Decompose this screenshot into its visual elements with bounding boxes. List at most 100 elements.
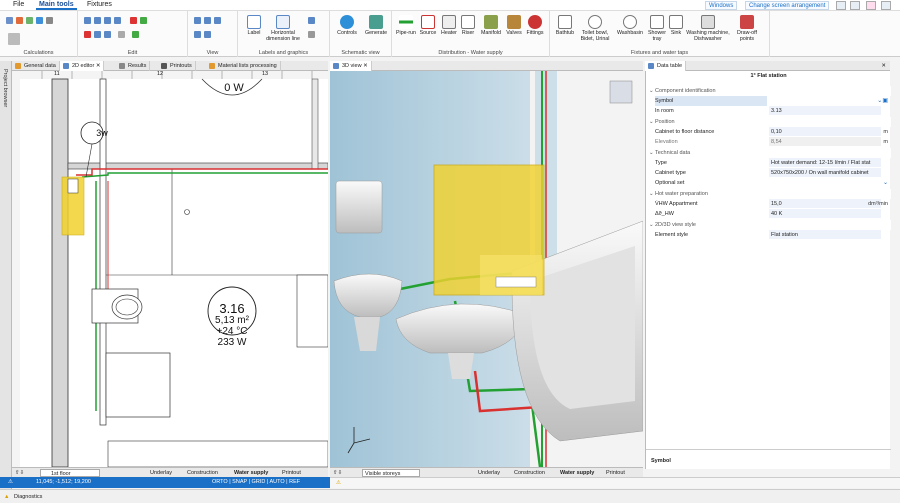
underlay-3d-toggle[interactable]: Underlay [478,469,500,477]
tab-printouts[interactable]: Printouts [158,61,196,71]
row-in-room[interactable]: In room 3.13 [646,106,891,116]
zoom-all-icon[interactable] [214,17,221,24]
pan-icon[interactable] [194,31,201,38]
water-supply-toggle[interactable]: Water supply [234,469,268,477]
project-browser-strip[interactable]: Project browser [0,61,12,489]
water-supply-3d-toggle[interactable]: Water supply [560,469,594,477]
delta-t-value[interactable]: 40 K [769,209,881,218]
help-icon[interactable] [866,1,876,10]
in-room-value[interactable]: 3.13 [769,106,881,115]
menu-fixtures[interactable]: Fixtures [84,1,115,8]
undo-icon[interactable] [130,17,137,24]
zoom-in-icon[interactable] [194,17,201,24]
rotate-icon[interactable] [114,17,121,24]
menu-file[interactable]: File [10,1,27,8]
row-cabinet-distance[interactable]: Cabinet to floor distance 0,10 m [646,127,891,137]
calc-icon[interactable] [6,17,13,24]
snap-modes[interactable]: ORTO | SNAP | GRID | AUTO | REF [212,478,300,486]
close-icon[interactable]: ✕ [881,62,886,70]
windows-button[interactable]: Windows [705,1,738,10]
draw-off-button[interactable]: Draw-off points [732,15,762,42]
row-delta-t[interactable]: Δϑ_HW 40 K [646,209,891,219]
section-position[interactable]: ⌄ Position [646,117,891,127]
tab-2d-editor[interactable]: 2D editor ✕ [60,61,105,71]
element-style-value[interactable]: Flat station [769,230,881,239]
storey-up-icon[interactable]: ⇧⇩ [15,469,24,477]
printout-toggle[interactable]: Printout [282,469,301,477]
printout-3d-toggle[interactable]: Printout [606,469,625,477]
layout-icon[interactable] [836,1,846,10]
mirror-icon[interactable] [94,31,101,38]
graphics-icon[interactable] [308,31,315,38]
row-optional-set[interactable]: Optional set ⌄ [646,178,891,188]
vhw-value[interactable]: 15,0 [769,199,881,208]
symbol-dropdown-icon[interactable]: ⌄▣ [877,96,888,106]
visible-storeys-select[interactable]: Visible storeys [362,469,420,477]
array-icon[interactable] [104,31,111,38]
section-technical-data[interactable]: ⌄ Technical data [646,148,891,158]
text-icon[interactable] [308,17,315,24]
underlay-toggle[interactable]: Underlay [150,469,172,477]
filter-icon[interactable] [132,31,139,38]
storey-arrows-icon[interactable]: ⇧⇩ [333,469,342,477]
row-element-style[interactable]: Element style Flat station [646,230,891,240]
copy-icon[interactable] [84,17,91,24]
optional-set-dropdown-icon[interactable]: ⌄ [883,178,888,188]
warning-3d-icon[interactable]: ⚠ [336,479,341,487]
zoom-out-icon[interactable] [204,17,211,24]
bathtub-button[interactable]: Bathtub [552,15,578,36]
construction-toggle[interactable]: Construction [187,469,218,477]
tab-3d-view[interactable]: 3D view ✕ [330,61,372,71]
source-button[interactable]: Source [418,15,438,36]
horizontal-dimension-button[interactable]: Horizontal dimension line [264,15,302,42]
toilet-button[interactable]: Toilet bowl, Bidet, Urinal [578,15,612,42]
check-icon[interactable] [26,17,33,24]
tab-material-lists[interactable]: Material lists processing [206,61,281,71]
riser-button[interactable]: Riser [460,15,476,36]
pipe-run-button[interactable]: Pipe-run [394,15,418,36]
controls-button[interactable]: Controls [334,15,360,36]
diagnostics-tab[interactable]: Diagnostics [14,493,42,501]
scene-3d[interactable] [330,71,643,467]
zoom-window-icon[interactable] [204,31,211,38]
redo-icon[interactable] [140,17,147,24]
floor-select[interactable]: 1st floor [40,469,100,477]
label-button[interactable]: Label [243,15,265,36]
delete-icon[interactable] [84,31,91,38]
sink-button[interactable]: Sink [668,15,684,36]
generate-button[interactable]: Generate [362,15,390,36]
project-browser-label[interactable]: Project browser [2,69,8,107]
floor-plan[interactable] [12,71,328,467]
row-cabinet-type[interactable]: Cabinet type 520x750x200 / On wall manifo… [646,168,891,178]
settings-icon[interactable] [881,1,891,10]
fittings-button[interactable]: Fittings [524,15,546,36]
manifold-button[interactable]: Manifold [478,15,504,36]
valves-button[interactable]: Valves [504,15,524,36]
screen-icon[interactable] [850,1,860,10]
cabinet-type-value[interactable]: 520x750x200 / On wall manifold cabinet [769,168,881,177]
section-hot-water[interactable]: ⌄ Hot water preparation [646,189,891,199]
tab-results[interactable]: Results [116,61,151,71]
section-component-identification[interactable]: ⌄ Component identification [646,86,891,96]
shower-button[interactable]: Shower tray [646,15,668,42]
change-arrangement-button[interactable]: Change screen arrangement [745,1,830,10]
drop-icon[interactable] [36,17,43,24]
editor-2d-canvas[interactable]: 3w 0 W 3.16 5,13 m² +24 °C 233 W 11 12 1… [12,71,328,467]
tab-data-table[interactable]: Data table [645,61,687,71]
paste-icon[interactable] [94,17,101,24]
view3d-canvas[interactable] [330,71,643,467]
row-type[interactable]: Type Hot water demand: 12-15 l/min / Flat… [646,158,891,168]
heater-button[interactable]: Heater [438,15,460,36]
warning-icon[interactable]: ⚠ [8,478,13,486]
section-view-style[interactable]: ⌄ 2D/3D view style [646,220,891,230]
cabinet-distance-value[interactable]: 0,10 [769,127,881,136]
type-value[interactable]: Hot water demand: 12-15 l/min / Flat sta… [769,158,881,167]
stats-icon[interactable] [46,17,53,24]
row-vhw[interactable]: V̇HW Appartment 15,0 dm³/min [646,199,891,209]
construction-3d-toggle[interactable]: Construction [514,469,545,477]
list-icon[interactable] [8,33,20,45]
washing-machine-button[interactable]: Washing machine, Dishwasher [686,15,730,42]
select-icon[interactable] [118,31,125,38]
washbasin-button[interactable]: Washbasin [614,15,646,36]
menu-main-tools[interactable]: Main tools [36,1,77,10]
